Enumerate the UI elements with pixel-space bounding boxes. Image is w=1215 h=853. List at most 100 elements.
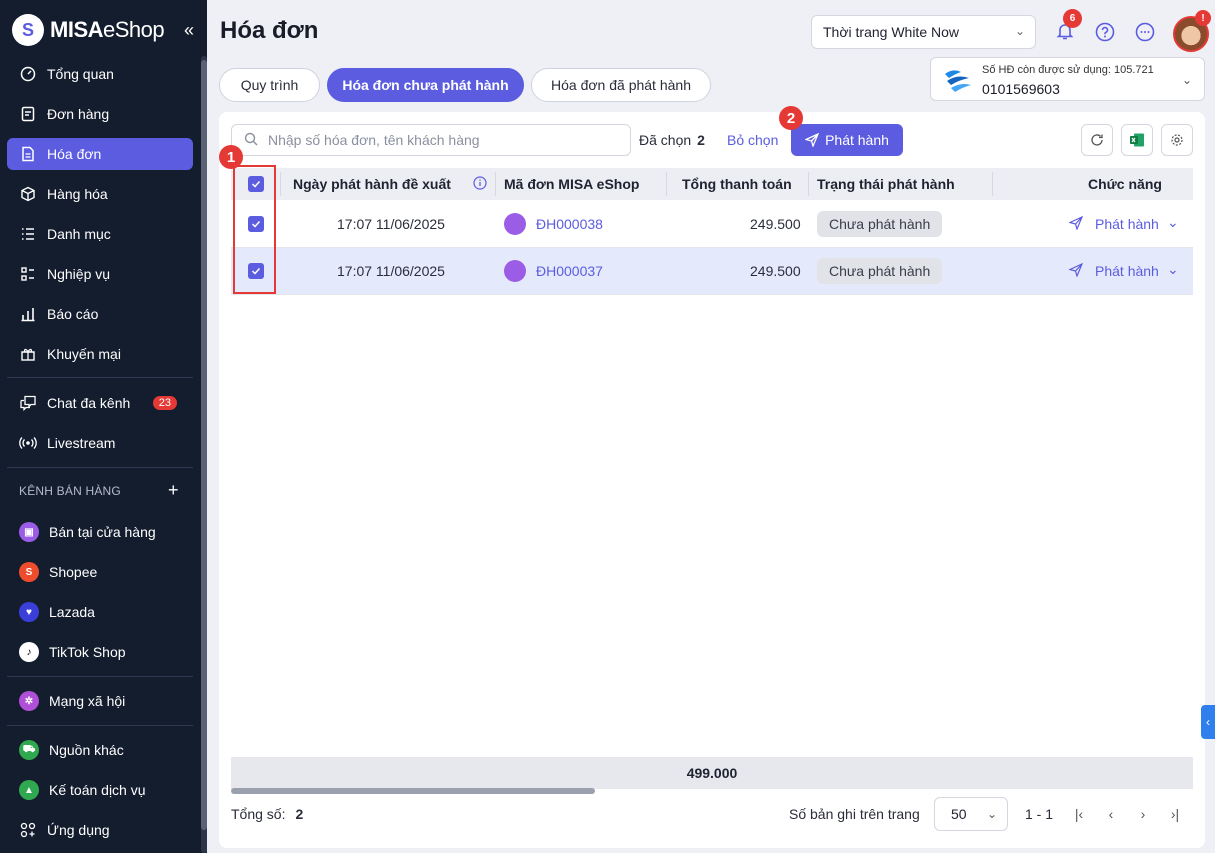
sidebar-item-chat[interactable]: Chat đa kênh 23 (7, 387, 193, 419)
box-icon (19, 185, 37, 203)
sidebar-item-overview[interactable]: Tổng quan (7, 58, 193, 90)
shopee-icon: S (19, 562, 39, 582)
collapse-sidebar-icon[interactable]: « (184, 20, 194, 41)
sidebar-item-products[interactable]: Hàng hóa (7, 178, 193, 210)
send-icon (805, 133, 820, 147)
gear-icon (1171, 134, 1183, 146)
search-input[interactable]: Nhập số hóa đơn, tên khách hàng (231, 124, 631, 156)
more-icon[interactable] (1134, 21, 1156, 43)
annotation-highlight-box (233, 165, 276, 294)
refresh-button[interactable] (1081, 124, 1113, 156)
store-select[interactable]: Thời trang White Now ⌄ (811, 15, 1036, 49)
operations-icon (19, 265, 37, 283)
sidebar-item-label: Danh mục (47, 226, 111, 242)
info-icon[interactable] (473, 176, 487, 190)
order-icon (19, 105, 37, 123)
sidebar-item-promotions[interactable]: Khuyến mại (7, 338, 193, 370)
cell-total: 249.500 (750, 263, 801, 279)
order-link[interactable]: ĐH000038 (536, 216, 603, 232)
tab-process[interactable]: Quy trình (219, 68, 320, 102)
sidebar-item-label: Hóa đơn (47, 146, 102, 162)
per-page-select[interactable]: 50 ⌄ (934, 797, 1008, 831)
selected-count: Đã chọn 2 (639, 132, 705, 148)
expand-panel-icon[interactable]: ‹ (1201, 705, 1215, 739)
row-publish-button[interactable]: Phát hành (1095, 263, 1159, 279)
cell-total: 249.500 (750, 216, 801, 232)
sidebar-item-orders[interactable]: Đơn hàng (7, 98, 193, 130)
sidebar-item-label: Livestream (47, 435, 116, 451)
order-link[interactable]: ĐH000037 (536, 263, 603, 279)
sidebar-item-in-store[interactable]: ▣ Bán tại cửa hàng (7, 516, 193, 548)
chevron-down-icon: ⌄ (986, 807, 997, 821)
tab-published-invoices[interactable]: Hóa đơn đã phát hành (531, 68, 711, 102)
sidebar-item-label: TikTok Shop (49, 644, 126, 660)
notification-count-badge: 6 (1063, 9, 1082, 28)
publish-button[interactable]: Phát hành (791, 124, 903, 156)
gift-icon (19, 345, 37, 363)
divider (7, 725, 193, 726)
deselect-link[interactable]: Bỏ chọn (727, 132, 778, 148)
cell-date: 17:07 11/06/2025 (337, 216, 445, 232)
sidebar-item-operations[interactable]: Nghiệp vụ (7, 258, 193, 290)
divider (7, 676, 193, 677)
sidebar-item-label: Nghiệp vụ (47, 266, 111, 282)
column-header-status[interactable]: Trạng thái phát hành (817, 176, 955, 192)
sidebar-item-apps[interactable]: Ứng dụng (7, 814, 193, 846)
prev-page-icon[interactable]: ‹ (1103, 805, 1119, 823)
dashboard-icon (19, 65, 37, 83)
first-page-icon[interactable]: |‹ (1071, 805, 1087, 823)
invoice-account-select[interactable]: Số HĐ còn được sử dụng: 105.721 01015696… (930, 57, 1205, 101)
horizontal-scrollbar[interactable] (231, 788, 595, 794)
sidebar: S MISAeShop « Tổng quan Đơn hàng Hóa đơn… (0, 0, 207, 853)
sidebar-item-accounting[interactable]: ▲ Kế toán dịch vụ (7, 774, 193, 806)
last-page-icon[interactable]: ›| (1167, 805, 1183, 823)
sidebar-item-tiktok[interactable]: ♪ TikTok Shop (7, 636, 193, 668)
sidebar-item-label: Khuyến mại (47, 346, 121, 362)
sidebar-item-social[interactable]: ✲ Mạng xã hội (7, 685, 193, 717)
row-publish-button[interactable]: Phát hành (1095, 216, 1159, 232)
refresh-icon (1091, 134, 1103, 146)
column-separator (280, 172, 281, 196)
settings-button[interactable] (1161, 124, 1193, 156)
bar-chart-icon (19, 305, 37, 323)
sidebar-item-label: Ứng dụng (47, 822, 110, 838)
column-header-date[interactable]: Ngày phát hành đề xuất (293, 176, 451, 192)
sidebar-item-other-sources[interactable]: ⛟ Nguồn khác (7, 734, 193, 766)
sidebar-scrollbar-thumb[interactable] (201, 60, 207, 830)
export-excel-button[interactable] (1121, 124, 1153, 156)
store-icon: ▣ (19, 522, 39, 542)
chevron-down-icon[interactable]: ⌄ (1167, 261, 1179, 278)
sidebar-item-invoices[interactable]: Hóa đơn (7, 138, 193, 170)
sidebar-item-label: Nguồn khác (49, 742, 124, 758)
tab-unpublished-invoices[interactable]: Hóa đơn chưa phát hành (327, 68, 524, 102)
sidebar-item-livestream[interactable]: Livestream (7, 427, 193, 459)
help-icon[interactable] (1094, 21, 1116, 43)
column-separator (808, 172, 809, 196)
column-separator (992, 172, 993, 196)
lazada-icon: ♥ (19, 602, 39, 622)
sidebar-item-label: Tổng quan (47, 66, 114, 82)
add-channel-icon[interactable]: + (168, 480, 179, 501)
send-icon[interactable] (1069, 263, 1083, 277)
next-page-icon[interactable]: › (1135, 805, 1151, 823)
column-header-order[interactable]: Mã đơn MISA eShop (504, 176, 639, 192)
sidebar-item-shopee[interactable]: S Shopee (7, 556, 193, 588)
divider (7, 377, 193, 378)
column-header-total[interactable]: Tổng thanh toán (682, 176, 792, 192)
social-network-icon: ✲ (19, 691, 39, 711)
sidebar-item-lazada[interactable]: ♥ Lazada (7, 596, 193, 628)
annotation-marker-1: 1 (219, 145, 243, 169)
send-icon[interactable] (1069, 216, 1083, 230)
total-records: Tổng số: 2 (231, 806, 304, 822)
excel-icon (1130, 133, 1144, 147)
annotation-marker-2: 2 (779, 106, 803, 130)
sidebar-item-reports[interactable]: Báo cáo (7, 298, 193, 330)
sidebar-item-catalog[interactable]: Danh mục (7, 218, 193, 250)
chat-count-badge: 23 (152, 396, 177, 410)
livestream-icon (19, 434, 37, 452)
chevron-down-icon[interactable]: ⌄ (1167, 214, 1179, 231)
logo[interactable]: S MISAeShop (12, 14, 165, 46)
logo-main: MISA (50, 17, 104, 42)
sidebar-item-label: Shopee (49, 564, 98, 580)
column-header-actions: Chức năng (1088, 176, 1162, 192)
